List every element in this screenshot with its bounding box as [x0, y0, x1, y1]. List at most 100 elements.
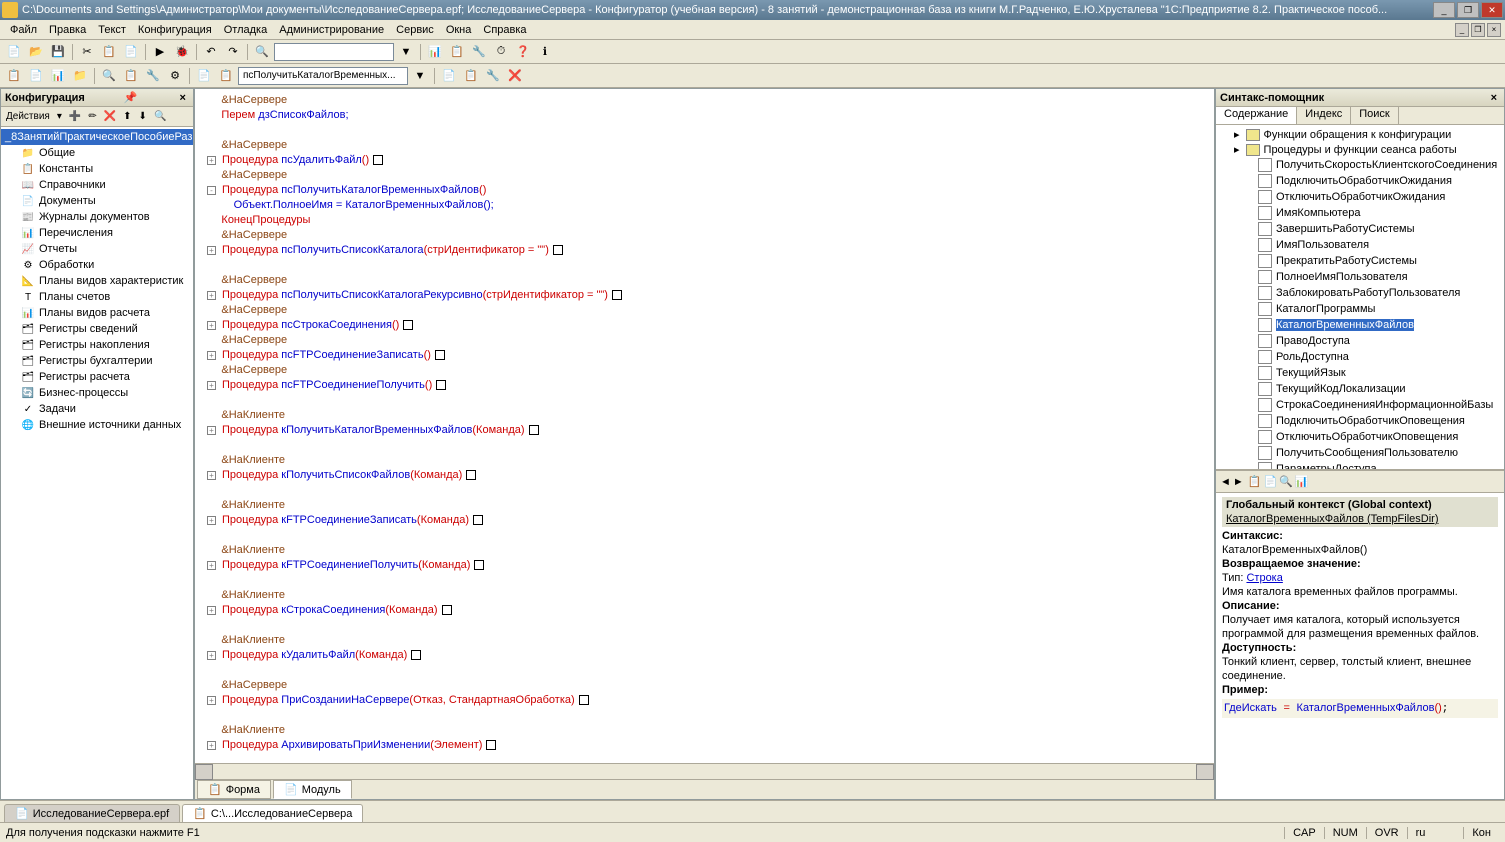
- collapsed-body-marker[interactable]: [579, 695, 589, 705]
- toolbar-btn[interactable]: 📄: [194, 66, 214, 86]
- config-tree-item[interactable]: 🔄Бизнес-процессы: [1, 385, 193, 401]
- expand-icon[interactable]: ▸: [1234, 143, 1240, 156]
- toolbar-btn[interactable]: 📁: [70, 66, 90, 86]
- tab-module[interactable]: 📄 Модуль: [273, 780, 352, 799]
- fold-toggle[interactable]: +: [207, 741, 216, 750]
- tb-icon[interactable]: 🔍: [151, 111, 169, 122]
- help-tree-item[interactable]: РольДоступна: [1218, 349, 1502, 365]
- find-icon[interactable]: 🔍: [252, 42, 272, 62]
- search-combo[interactable]: [274, 43, 394, 61]
- collapsed-body-marker[interactable]: [612, 290, 622, 300]
- config-tree-item[interactable]: ✓Задачи: [1, 401, 193, 417]
- tb-icon[interactable]: ✏: [85, 111, 99, 122]
- toolbar-btn[interactable]: ⚙: [165, 66, 185, 86]
- help-tree-item[interactable]: ПолучитьСообщенияПользователю: [1218, 445, 1502, 461]
- fold-toggle[interactable]: +: [207, 291, 216, 300]
- config-panel-close-icon[interactable]: ×: [177, 92, 189, 104]
- close-button[interactable]: ✕: [1481, 2, 1503, 18]
- tab-contents[interactable]: Содержание: [1216, 107, 1297, 124]
- fold-toggle[interactable]: +: [207, 426, 216, 435]
- config-tree-item[interactable]: 📐Планы видов характеристик: [1, 273, 193, 289]
- collapsed-body-marker[interactable]: [435, 350, 445, 360]
- save-icon[interactable]: 💾: [48, 42, 68, 62]
- tb-icon[interactable]: 📄: [1263, 475, 1277, 488]
- help-tree-item[interactable]: ИмяКомпьютера: [1218, 205, 1502, 221]
- config-tree-item[interactable]: 📰Журналы документов: [1, 209, 193, 225]
- forward-icon[interactable]: ►: [1233, 476, 1244, 488]
- horizontal-scrollbar[interactable]: [195, 763, 1214, 779]
- copy-icon[interactable]: 📋: [99, 42, 119, 62]
- config-tree[interactable]: _8ЗанятийПрактическоеПособиеРазработч 📁О…: [1, 127, 193, 799]
- syntax-helper-close-icon[interactable]: ×: [1488, 92, 1500, 104]
- help-tree-item[interactable]: КаталогПрограммы: [1218, 301, 1502, 317]
- toolbar-btn[interactable]: 🔍: [99, 66, 119, 86]
- debug-icon[interactable]: 🐞: [172, 42, 192, 62]
- tb-icon[interactable]: ⬇: [136, 111, 150, 122]
- help-tree-item[interactable]: ОтключитьОбработчикОповещения: [1218, 429, 1502, 445]
- tab-search[interactable]: Поиск: [1351, 107, 1398, 124]
- expand-icon[interactable]: ▸: [1234, 128, 1240, 141]
- return-type-link[interactable]: Строка: [1246, 572, 1282, 584]
- menu-help[interactable]: Справка: [477, 22, 532, 38]
- help-tree-item[interactable]: ПолучитьСкоростьКлиентскогоСоединения: [1218, 157, 1502, 173]
- toolbar-btn[interactable]: 📋: [121, 66, 141, 86]
- tb-icon[interactable]: ➕: [66, 111, 84, 122]
- help-icon[interactable]: ❓: [513, 42, 533, 62]
- toolbar-btn[interactable]: ⏱: [491, 42, 511, 62]
- help-tree-item[interactable]: ПараметрыДоступа: [1218, 461, 1502, 469]
- tb-icon[interactable]: ▾: [54, 111, 65, 122]
- menu-file[interactable]: Файл: [4, 22, 43, 38]
- tb-icon[interactable]: 🔍: [1279, 475, 1293, 488]
- run-icon[interactable]: ▶: [150, 42, 170, 62]
- help-tree-item[interactable]: ЗавершитьРаботуСистемы: [1218, 221, 1502, 237]
- toolbar-btn[interactable]: 📄: [26, 66, 46, 86]
- collapsed-body-marker[interactable]: [403, 320, 413, 330]
- help-tree-item[interactable]: ПодключитьОбработчикОжидания: [1218, 173, 1502, 189]
- help-tree-item[interactable]: ПрекратитьРаботуСистемы: [1218, 253, 1502, 269]
- help-tree-item[interactable]: ПравоДоступа: [1218, 333, 1502, 349]
- config-tree-item[interactable]: 🗂Регистры расчета: [1, 369, 193, 385]
- config-tree-item[interactable]: ⚙Обработки: [1, 257, 193, 273]
- fold-toggle[interactable]: +: [207, 696, 216, 705]
- toolbar-btn[interactable]: 🔧: [143, 66, 163, 86]
- config-tree-root[interactable]: _8ЗанятийПрактическоеПособиеРазработч: [1, 129, 193, 145]
- find-next-icon[interactable]: ▼: [396, 42, 416, 62]
- menu-text[interactable]: Текст: [92, 22, 132, 38]
- open-icon[interactable]: 📂: [26, 42, 46, 62]
- fold-toggle[interactable]: +: [207, 321, 216, 330]
- collapsed-body-marker[interactable]: [529, 425, 539, 435]
- collapsed-body-marker[interactable]: [436, 380, 446, 390]
- mdi-close[interactable]: ×: [1487, 23, 1501, 37]
- collapsed-body-marker[interactable]: [474, 560, 484, 570]
- cut-icon[interactable]: ✂: [77, 42, 97, 62]
- fold-toggle[interactable]: -: [207, 186, 216, 195]
- undo-icon[interactable]: ↶: [201, 42, 221, 62]
- minimize-button[interactable]: _: [1433, 2, 1455, 18]
- help-tree-item[interactable]: ПодключитьОбработчикОповещения: [1218, 413, 1502, 429]
- tab-index[interactable]: Индекс: [1297, 107, 1351, 124]
- maximize-button[interactable]: ❐: [1457, 2, 1479, 18]
- doc-tab[interactable]: 📋 C:\...ИсследованиеСервера: [182, 804, 363, 822]
- menu-service[interactable]: Сервис: [390, 22, 440, 38]
- help-tree-item[interactable]: ИмяПользователя: [1218, 237, 1502, 253]
- collapsed-body-marker[interactable]: [486, 740, 496, 750]
- mdi-restore[interactable]: ❐: [1471, 23, 1485, 37]
- toolbar-btn[interactable]: 📋: [447, 42, 467, 62]
- tb-icon[interactable]: 📋: [1248, 475, 1262, 488]
- code-editor[interactable]: &НаСервере Перем дзСписокФайлов; &НаСерв…: [195, 89, 1214, 763]
- fold-toggle[interactable]: +: [207, 651, 216, 660]
- tab-form[interactable]: 📋 Форма: [197, 780, 271, 799]
- toolbar-btn[interactable]: 📋: [216, 66, 236, 86]
- config-tree-item[interactable]: ТПланы счетов: [1, 289, 193, 305]
- fold-toggle[interactable]: +: [207, 471, 216, 480]
- menu-admin[interactable]: Администрирование: [273, 22, 390, 38]
- toolbar-btn[interactable]: 📋: [461, 66, 481, 86]
- help-tree-item[interactable]: ПолноеИмяПользователя: [1218, 269, 1502, 285]
- config-tree-item[interactable]: 📖Справочники: [1, 177, 193, 193]
- tb-icon[interactable]: ❌: [101, 111, 119, 122]
- tb-icon[interactable]: 📊: [1295, 475, 1309, 488]
- help-tree-item[interactable]: ТекущийКодЛокализации: [1218, 381, 1502, 397]
- toolbar-btn[interactable]: 🔧: [483, 66, 503, 86]
- config-tree-item[interactable]: 📊Планы видов расчета: [1, 305, 193, 321]
- doc-tab[interactable]: 📄 ИсследованиеСервера.epf: [4, 804, 180, 822]
